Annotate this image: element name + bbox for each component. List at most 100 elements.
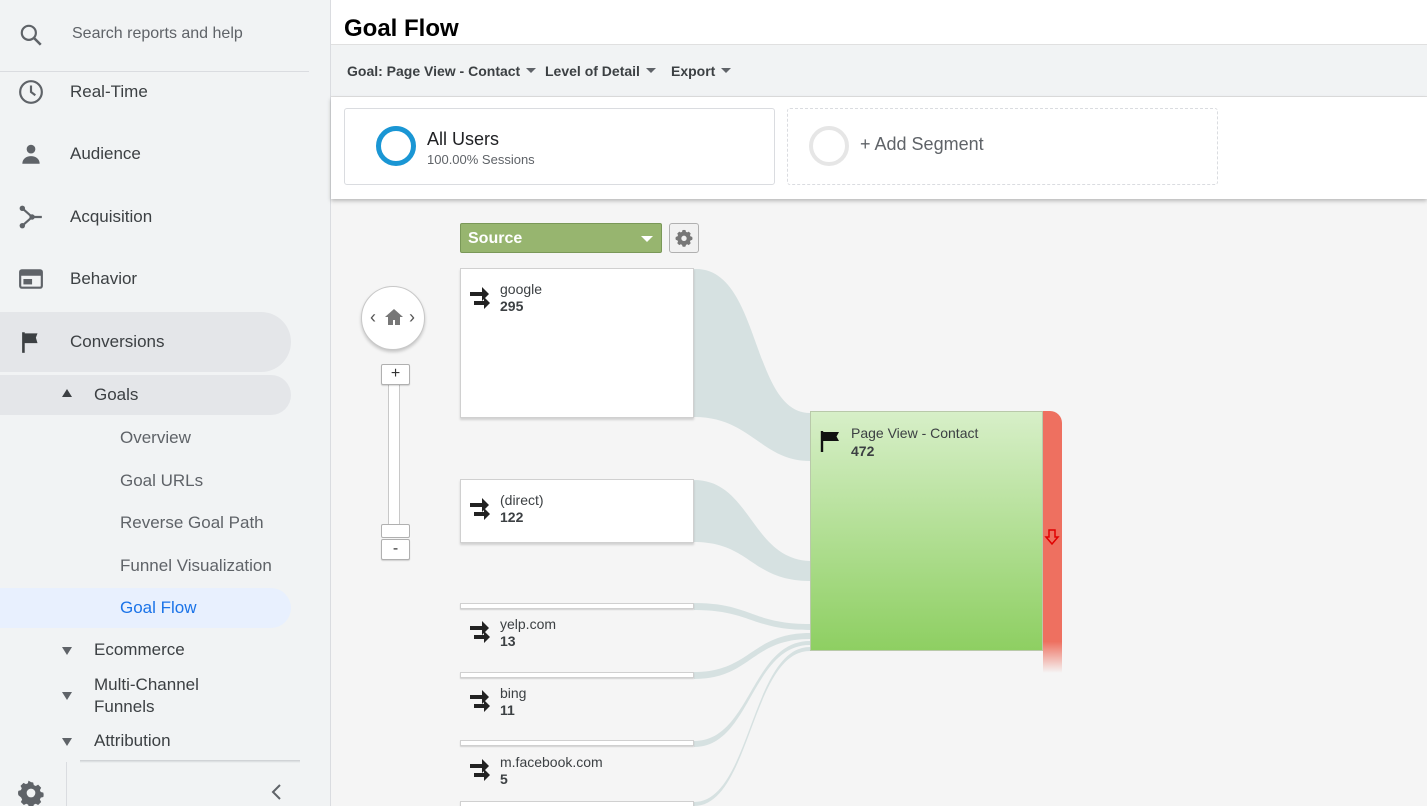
empty-segment-ring-icon — [809, 126, 849, 166]
sidebar-item-label: Goal URLs — [120, 471, 204, 490]
sidebar-item-label: Goal Flow — [120, 598, 197, 617]
sidebar-item-label: Ecommerce — [94, 640, 185, 659]
nav-label: Conversions — [70, 332, 165, 351]
caret-down-icon — [641, 236, 653, 242]
level-of-detail-menu[interactable]: Level of Detail — [545, 63, 656, 79]
triangle-down-icon — [62, 692, 72, 700]
sidebar-item-label: Multi-Channel Funnels — [94, 675, 199, 716]
nav-item-conversions[interactable]: Conversions — [0, 312, 291, 372]
caret-down-icon — [645, 68, 656, 73]
sidebar-item-reverse-goal-path[interactable]: Reverse Goal Path — [0, 503, 291, 543]
sidebar-item-ecommerce[interactable]: Ecommerce — [0, 638, 291, 664]
source-node-direct[interactable] — [460, 479, 694, 543]
source-node-yelp[interactable] — [460, 603, 694, 609]
source-count: 295 — [500, 298, 524, 314]
caret-down-icon — [526, 68, 537, 73]
pan-control[interactable]: ‹ › — [361, 286, 425, 350]
source-count: 11 — [500, 702, 515, 718]
export-label: Export — [671, 63, 716, 79]
triangle-up-icon — [62, 389, 72, 397]
nav-label: Acquisition — [70, 207, 153, 226]
nav-item-behavior[interactable]: Behavior — [0, 249, 291, 309]
entrance-arrows-icon — [470, 498, 490, 520]
level-of-detail-label: Level of Detail — [545, 63, 640, 79]
sidebar-footer — [0, 762, 330, 806]
chevron-left-icon[interactable] — [268, 782, 286, 802]
goal-flow-canvas[interactable]: Source google 295 (direct) 122 yelp.com … — [331, 199, 1427, 806]
sidebar-item-goal-flow[interactable]: Goal Flow — [0, 588, 291, 628]
entrance-arrows-icon — [470, 287, 490, 309]
main-content: Goal Flow Goal: Page View - Contact Leve… — [331, 0, 1427, 806]
segment-name: All Users — [427, 129, 500, 149]
footer-divider — [66, 762, 67, 806]
behavior-icon — [19, 269, 43, 289]
sidebar-item-goal-urls[interactable]: Goal URLs — [0, 461, 291, 501]
goal-label: Page View - Contact — [851, 425, 979, 441]
sidebar-item-label: Overview — [120, 428, 191, 447]
entrance-arrows-icon — [470, 621, 490, 643]
sidebar-item-label: Funnel Visualization — [120, 556, 272, 575]
goal-node[interactable]: Page View - Contact 472 — [810, 411, 1043, 651]
dropoff-arrow-icon — [1044, 529, 1060, 546]
entrance-arrows-icon — [470, 690, 490, 712]
export-menu[interactable]: Export — [671, 63, 732, 79]
nav-item-acquisition[interactable]: Acquisition — [0, 187, 291, 247]
clock-icon — [19, 80, 43, 104]
flow-settings-button[interactable] — [669, 223, 699, 253]
zoom-slider-handle[interactable] — [381, 524, 410, 538]
zoom-out-button[interactable]: - — [381, 539, 410, 560]
zoom-slider-track[interactable] — [388, 379, 400, 529]
gear-icon[interactable] — [18, 780, 44, 806]
chevron-left-icon[interactable]: ‹ — [370, 307, 376, 328]
segment-ring-icon — [376, 126, 416, 166]
sidebar-item-multi-channel-funnels[interactable]: Multi-Channel Funnels — [0, 673, 291, 719]
source-label: (direct) — [500, 492, 544, 508]
source-count: 13 — [500, 633, 516, 649]
nav-item-audience[interactable]: Audience — [0, 124, 291, 184]
sidebar: Search reports and help Real-Time Audien… — [0, 0, 331, 806]
add-segment-button[interactable]: + Add Segment — [787, 108, 1218, 185]
source-dimension-dropdown[interactable]: Source — [460, 223, 662, 253]
nav-item-realtime[interactable]: Real-Time — [0, 62, 291, 122]
source-count: 122 — [500, 509, 524, 525]
triangle-down-icon — [62, 647, 72, 655]
search-icon[interactable] — [18, 22, 44, 48]
gear-icon — [675, 229, 693, 247]
zoom-in-button[interactable]: + — [381, 364, 410, 385]
goal-selector[interactable]: Goal: Page View - Contact — [347, 63, 537, 79]
nav-item-goals[interactable]: Goals — [0, 375, 291, 415]
goals-label: Goals — [94, 385, 139, 404]
source-label: m.facebook.com — [500, 754, 603, 770]
flag-icon — [820, 431, 839, 452]
source-label: bing — [500, 685, 527, 701]
goal-selector-label: Goal: Page View - Contact — [347, 63, 521, 79]
nav-label: Real-Time — [70, 82, 148, 101]
add-segment-label: + Add Segment — [860, 134, 984, 154]
sidebar-item-funnel-visualization[interactable]: Funnel Visualization — [0, 546, 291, 586]
flag-icon — [22, 332, 38, 353]
sidebar-item-overview[interactable]: Overview — [0, 418, 291, 458]
segment-percentage: 100.00% Sessions — [427, 152, 535, 167]
source-count: 5 — [500, 771, 508, 787]
goal-count: 472 — [851, 443, 875, 459]
source-node-bing[interactable] — [460, 672, 694, 678]
segment-bar: All Users 100.00% Sessions + Add Segment — [331, 97, 1427, 199]
source-node-google[interactable] — [460, 268, 694, 418]
entrance-arrows-icon — [470, 759, 490, 781]
source-dimension-label: Source — [468, 230, 523, 247]
home-icon[interactable] — [384, 307, 404, 327]
acquisition-icon — [19, 205, 42, 229]
source-label: yelp.com — [500, 616, 557, 632]
sidebar-item-label: Attribution — [94, 731, 171, 750]
source-node-facebook[interactable] — [460, 740, 694, 746]
chevron-right-icon[interactable]: › — [409, 307, 415, 328]
triangle-down-icon — [62, 738, 72, 746]
sidebar-item-label: Reverse Goal Path — [120, 513, 264, 532]
search-placeholder[interactable]: Search reports and help — [72, 25, 243, 43]
segment-all-users[interactable]: All Users 100.00% Sessions — [344, 108, 775, 185]
source-node-more[interactable] — [460, 801, 694, 806]
flow-band-google — [694, 269, 810, 461]
sidebar-item-attribution[interactable]: Attribution — [0, 729, 291, 755]
page-title: Goal Flow — [344, 15, 459, 42]
nav-label: Behavior — [70, 269, 138, 288]
